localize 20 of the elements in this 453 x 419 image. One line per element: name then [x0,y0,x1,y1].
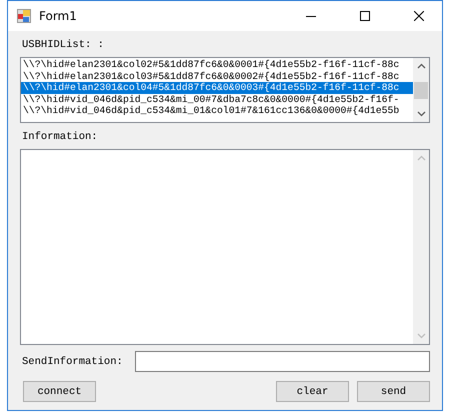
information-label: Information: [22,130,99,145]
list-item[interactable]: \\?\hid#vid_046d&pid_c534&mi_01&col01#7&161cc136&0&0000#{4d1e55b [21,105,413,117]
window-title: Form1 [39,9,78,23]
list-label: USBHIDList: : [22,38,105,53]
send-information-label: SendInformation: [22,354,124,370]
send-input-field[interactable] [135,351,430,372]
app-icon [17,9,31,23]
action-button[interactable]: connect [23,381,96,402]
list-item[interactable]: \\?\hid#elan2301&col03#5&1dd87fc6&0&0002#{4d1e55b2-f16f-11cf-88c [21,70,413,82]
action-button[interactable]: clear [276,381,349,402]
scroll-up-icon[interactable] [416,63,426,69]
list-item[interactable]: \\?\hid#vid_046d&pid_c534&mi_00#7&dba7c8c&0&0000#{4d1e55b2-f16f- [21,94,413,106]
device-list[interactable] [20,57,430,123]
maximize-icon[interactable] [360,11,370,21]
scroll-thumb[interactable] [414,82,428,99]
list-item[interactable]: \\?\hid#elan2301&col04#5&1dd87fc6&0&0003#{4d1e55b2-f16f-11cf-88c [21,82,413,94]
close-icon[interactable] [414,11,424,21]
scroll-down-icon[interactable] [416,111,426,117]
action-button[interactable]: send [357,381,430,402]
list-item[interactable]: \\?\hid#elan2301&col02#5&1dd87fc6&0&0001#{4d1e55b2-f16f-11cf-88c [21,59,413,71]
